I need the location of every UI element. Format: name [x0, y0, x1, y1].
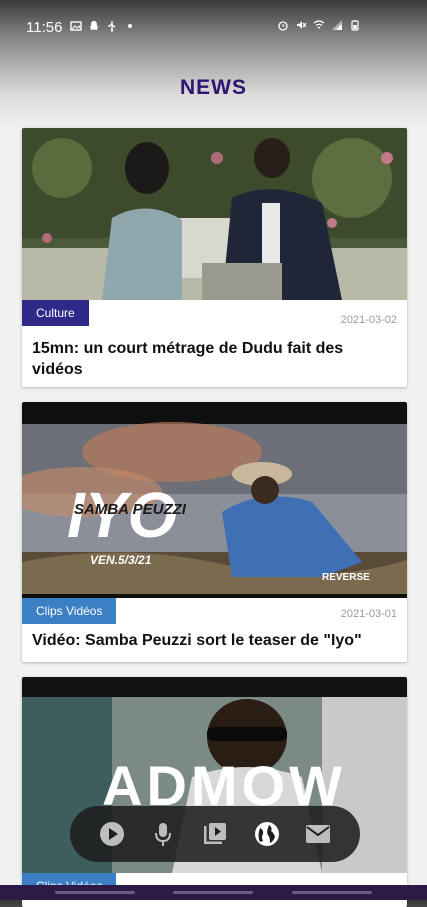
image-icon	[70, 21, 82, 31]
usb-icon	[108, 21, 116, 32]
nav-segment	[173, 891, 253, 894]
video-library-icon[interactable]	[200, 819, 230, 849]
dot-icon	[128, 24, 132, 28]
image-subtitle-text: SAMBA PEUZZI	[74, 501, 187, 518]
mute-icon	[297, 21, 307, 29]
category-badge[interactable]: Culture	[22, 300, 89, 326]
globe-icon[interactable]	[252, 819, 282, 849]
article-title[interactable]: Vidéo: Samba Peuzzi sort le teaser de "I…	[32, 630, 397, 651]
nav-segment	[292, 891, 372, 894]
page-title: NEWS	[180, 76, 247, 99]
system-navigation-bar	[0, 885, 427, 900]
nav-segment	[55, 891, 135, 894]
battery-icon	[351, 20, 359, 31]
status-time: 11:56	[26, 19, 63, 36]
news-card[interactable]: ADMOW Clips Vidéos	[22, 677, 407, 907]
news-card[interactable]: Culture 2021-03-02 15mn: un court métrag…	[22, 128, 407, 387]
signal-icon	[332, 20, 342, 30]
snapchat-icon	[89, 21, 99, 30]
news-card[interactable]: IYO SAMBA PEUZZI VEN.5/3/21 REVERSE Clip…	[22, 402, 407, 662]
article-image[interactable]	[22, 128, 407, 300]
wifi-icon	[313, 20, 325, 29]
mic-icon[interactable]	[148, 819, 178, 849]
status-bar: 11:56	[0, 0, 427, 56]
article-title[interactable]: 15mn: un court métrage de Dudu fait des …	[32, 338, 397, 380]
article-date: 2021-03-02	[340, 314, 397, 326]
category-badge[interactable]: Clips Vidéos	[22, 598, 117, 624]
alarm-icon	[278, 21, 288, 31]
article-date: 2021-03-01	[340, 608, 397, 620]
image-date-text: VEN.5/3/21	[90, 553, 152, 567]
mail-icon[interactable]	[303, 819, 333, 849]
play-icon[interactable]	[97, 819, 127, 849]
image-brand-text: REVERSE	[322, 572, 370, 583]
article-image[interactable]: IYO SAMBA PEUZZI VEN.5/3/21 REVERSE	[22, 402, 407, 598]
bottom-navigation	[70, 806, 360, 862]
